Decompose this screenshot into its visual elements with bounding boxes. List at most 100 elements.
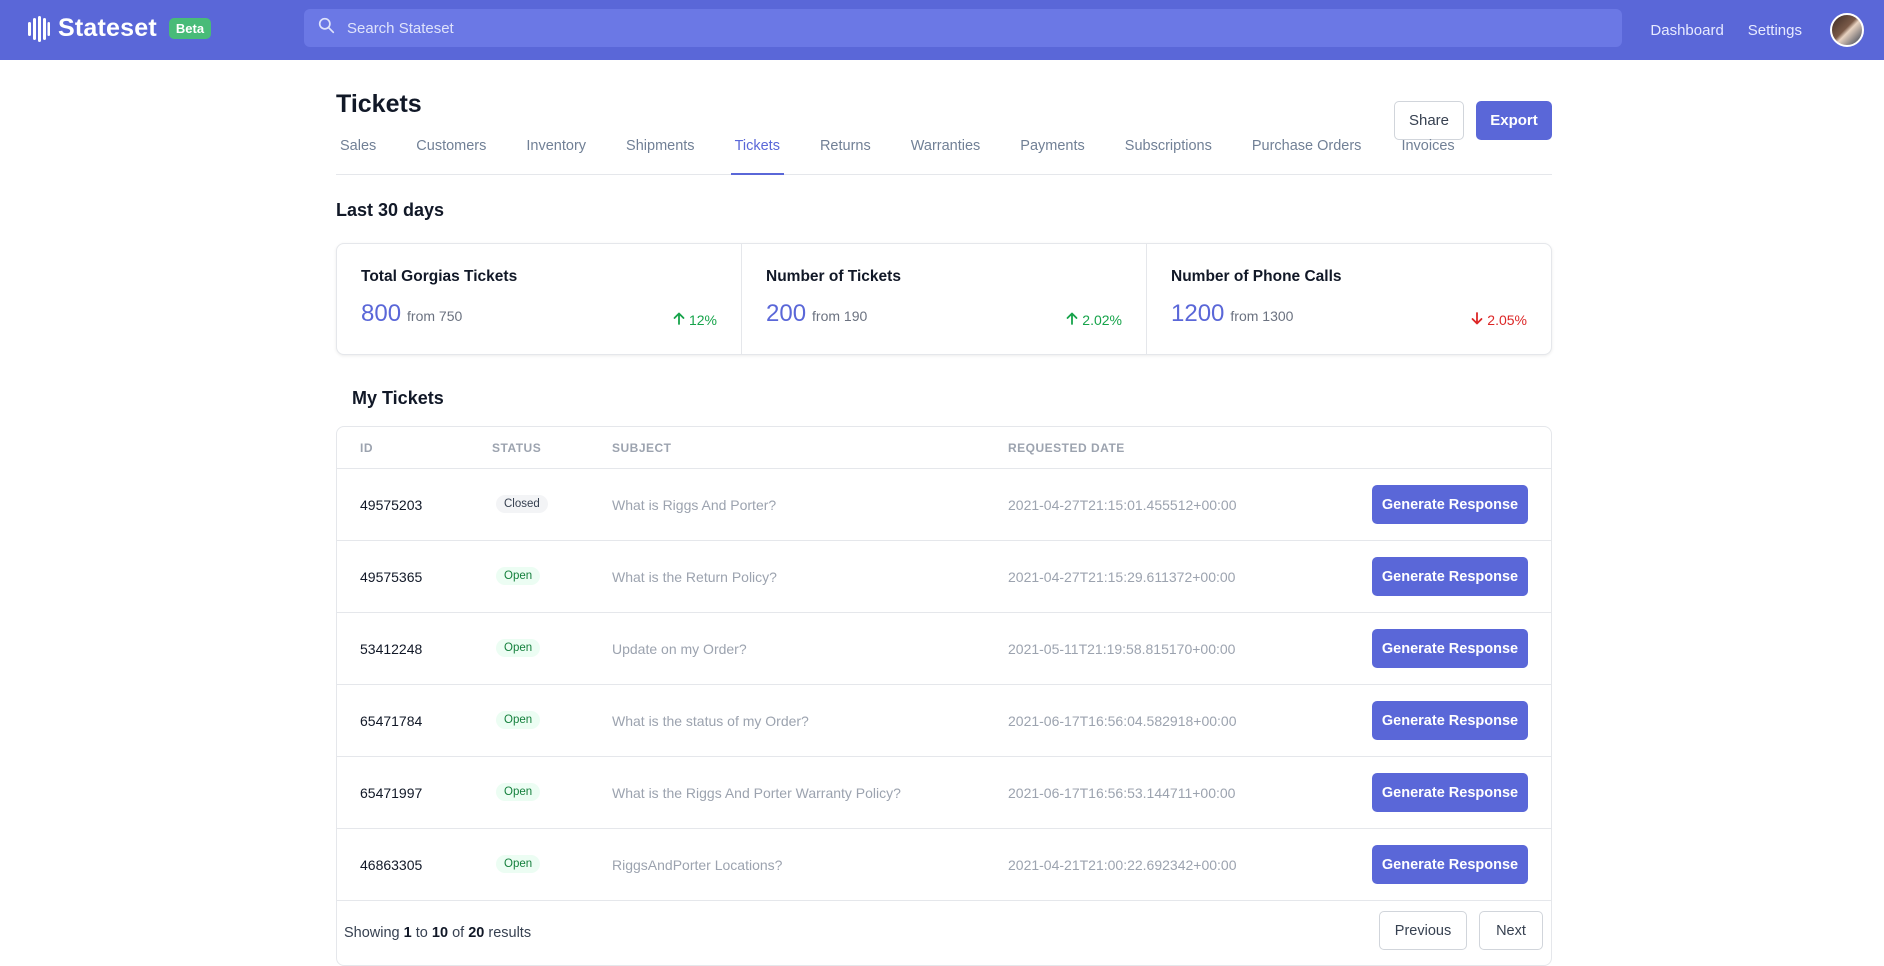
generate-response-button[interactable]: Generate Response <box>1372 845 1528 884</box>
stat-change: 2.05% <box>1471 312 1527 328</box>
generate-response-button[interactable]: Generate Response <box>1372 557 1528 596</box>
pagination-to-word: to <box>415 925 428 941</box>
stat-previous: from 1300 <box>1230 308 1294 324</box>
ticket-id: 49575203 <box>360 497 423 513</box>
ticket-id: 53412248 <box>360 641 423 657</box>
ticket-id: 65471784 <box>360 713 423 729</box>
table-row: 49575365 Open What is the Return Policy?… <box>337 541 1551 613</box>
user-avatar[interactable] <box>1830 13 1864 47</box>
ticket-id: 46863305 <box>360 857 423 873</box>
stat-value-row: 800 from 750 <box>361 300 462 328</box>
pagination-summary: Showing 1 to 10 of 20 results <box>344 925 531 941</box>
stat-card: Total Gorgias Tickets 800 from 750 12% <box>337 244 742 354</box>
search-icon <box>304 17 335 39</box>
ticket-subject: What is Riggs And Porter? <box>612 497 777 513</box>
ticket-id: 65471997 <box>360 785 423 801</box>
stat-change-value: 12% <box>688 312 717 328</box>
nav-settings-link[interactable]: Settings <box>1748 22 1802 39</box>
status-badge: Closed <box>496 495 548 513</box>
section-tabs: Sales Customers Inventory Shipments Tick… <box>336 136 1552 175</box>
period-title: Last 30 days <box>336 200 445 220</box>
pagination-prefix: Showing <box>344 925 400 941</box>
arrow-up-icon <box>1066 312 1082 328</box>
table-row: 46863305 Open RiggsAndPorter Locations? … <box>337 829 1551 901</box>
tab-customers[interactable]: Customers <box>412 136 490 175</box>
export-button[interactable]: Export <box>1476 101 1552 140</box>
tickets-title: My Tickets <box>352 388 444 408</box>
search-input[interactable] <box>347 19 1547 37</box>
stat-value: 1200 <box>1171 300 1225 327</box>
tab-invoices[interactable]: Invoices <box>1397 136 1458 175</box>
previous-page-button[interactable]: Previous <box>1379 911 1467 950</box>
stat-change-value: 2.02% <box>1082 312 1122 328</box>
brand-logo[interactable]: Stateset Beta <box>28 14 212 43</box>
ticket-requested-date: 2021-04-27T21:15:01.455512+00:00 <box>1008 497 1237 513</box>
stat-change: 2.02% <box>1066 312 1122 328</box>
arrow-up-icon <box>673 312 689 328</box>
status-badge: Open <box>496 783 541 801</box>
top-nav-links: Dashboard Settings <box>1650 0 1884 60</box>
tab-shipments[interactable]: Shipments <box>622 136 699 175</box>
stateset-logo-icon <box>28 15 50 42</box>
brand-name: Stateset <box>58 14 157 42</box>
stat-change: 12% <box>673 312 717 328</box>
tab-warranties[interactable]: Warranties <box>907 136 985 175</box>
top-navbar: Stateset Beta Dashboard Settings <box>0 0 1884 60</box>
tab-returns[interactable]: Returns <box>816 136 875 175</box>
pagination-of-word: of <box>452 925 465 941</box>
column-header-subject: Subject <box>612 441 672 455</box>
page-title: Tickets <box>336 90 422 118</box>
tab-inventory[interactable]: Inventory <box>522 136 590 175</box>
global-search <box>304 9 1622 47</box>
ticket-subject: Update on my Order? <box>612 641 747 657</box>
pagination-total: 20 <box>468 925 485 941</box>
generate-response-button[interactable]: Generate Response <box>1372 485 1528 524</box>
pagination-from: 1 <box>403 925 412 941</box>
stat-card: Number of Tickets 200 from 190 2.02% <box>742 244 1147 354</box>
tab-subscriptions[interactable]: Subscriptions <box>1121 136 1216 175</box>
generate-response-button[interactable]: Generate Response <box>1372 701 1528 740</box>
ticket-subject: What is the Return Policy? <box>612 569 777 585</box>
column-header-requested-date: Requested Date <box>1008 441 1125 455</box>
stat-previous: from 190 <box>812 308 868 324</box>
tab-payments[interactable]: Payments <box>1016 136 1088 175</box>
pagination-to: 10 <box>431 925 449 941</box>
table-row: 49575203 Closed What is Riggs And Porter… <box>337 469 1551 541</box>
table-row: 53412248 Open Update on my Order? 2021-0… <box>337 613 1551 685</box>
arrow-down-icon <box>1471 312 1487 328</box>
tickets-table: ID Status Subject Requested Date 4957520… <box>336 426 1552 966</box>
stat-previous: from 750 <box>407 308 463 324</box>
stat-value-row: 200 from 190 <box>766 300 867 328</box>
generate-response-button[interactable]: Generate Response <box>1372 773 1528 812</box>
nav-dashboard-link[interactable]: Dashboard <box>1650 22 1723 39</box>
ticket-subject: RiggsAndPorter Locations? <box>612 857 783 873</box>
stat-value-row: 1200 from 1300 <box>1171 300 1293 328</box>
stat-value: 800 <box>361 300 402 327</box>
tab-sales[interactable]: Sales <box>336 136 380 175</box>
status-badge: Open <box>496 567 541 585</box>
ticket-requested-date: 2021-04-27T21:15:29.611372+00:00 <box>1008 569 1236 585</box>
ticket-subject: What is the status of my Order? <box>612 713 809 729</box>
stat-label: Number of Phone Calls <box>1171 268 1342 285</box>
stat-label: Total Gorgias Tickets <box>361 268 518 285</box>
pagination-suffix: results <box>488 925 532 941</box>
stat-value: 200 <box>766 300 807 327</box>
beta-badge: Beta <box>168 18 212 39</box>
ticket-subject: What is the Riggs And Porter Warranty Po… <box>612 785 901 801</box>
ticket-requested-date: 2021-06-17T16:56:04.582918+00:00 <box>1008 713 1237 729</box>
tab-purchase-orders[interactable]: Purchase Orders <box>1248 136 1366 175</box>
stat-card: Number of Phone Calls 1200 from 1300 2.05… <box>1147 244 1551 354</box>
stat-change-value: 2.05% <box>1487 312 1527 328</box>
stats-panel: Total Gorgias Tickets 800 from 750 12% Nu… <box>336 243 1552 355</box>
ticket-requested-date: 2021-04-21T21:00:22.692342+00:00 <box>1008 857 1237 873</box>
share-button[interactable]: Share <box>1394 101 1464 140</box>
table-header: ID Status Subject Requested Date <box>337 427 1551 469</box>
tab-tickets[interactable]: Tickets <box>730 136 784 175</box>
pagination: Showing 1 to 10 of 20 results Previous N… <box>337 902 1551 962</box>
column-header-status: Status <box>492 441 542 455</box>
ticket-id: 49575365 <box>360 569 423 585</box>
stat-label: Number of Tickets <box>766 268 901 285</box>
next-page-button[interactable]: Next <box>1479 911 1543 950</box>
table-row: 65471997 Open What is the Riggs And Port… <box>337 757 1551 829</box>
generate-response-button[interactable]: Generate Response <box>1372 629 1528 668</box>
